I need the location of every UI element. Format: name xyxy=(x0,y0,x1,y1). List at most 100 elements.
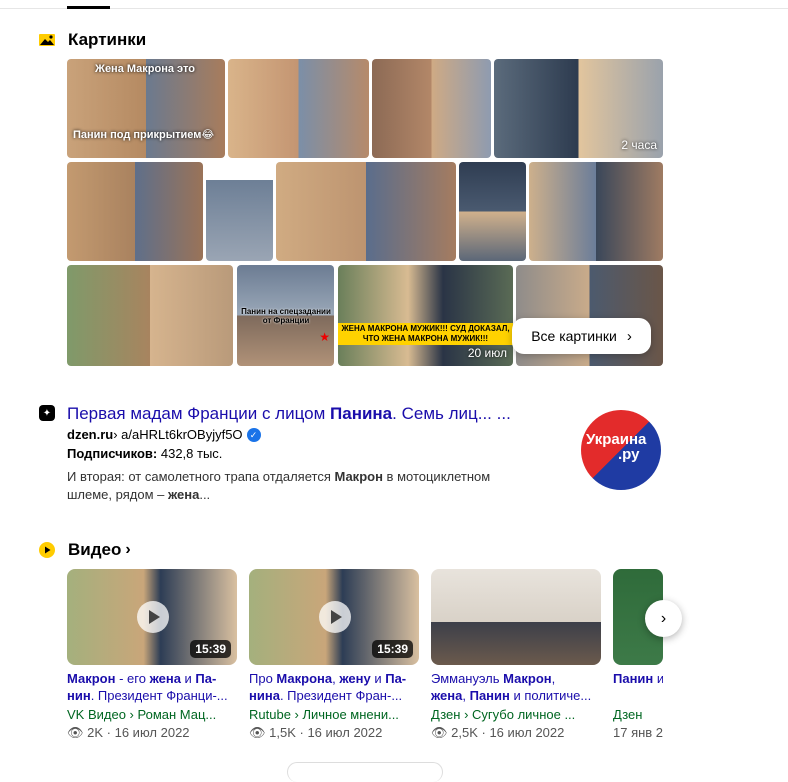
video-card[interactable]: Эммануэль Макрон, жена, Панин и политиче… xyxy=(431,569,601,741)
image-tile[interactable] xyxy=(276,162,456,261)
image-tile[interactable] xyxy=(529,162,663,261)
snippet-bold: Макрон xyxy=(334,469,383,484)
image-tile[interactable]: ЖЕНА МАКРОНА МУЖИК!!! СУД ДОКАЗАЛ, ЧТО Ж… xyxy=(338,265,513,366)
video-source[interactable]: Дзен xyxy=(613,707,663,722)
video-thumbnail[interactable] xyxy=(431,569,601,665)
verified-icon: ✓ xyxy=(246,427,261,442)
vt-part: и xyxy=(370,671,386,686)
snippet-bold: жена xyxy=(167,487,200,502)
image-tile[interactable] xyxy=(67,162,203,261)
image-caption: Панин под прикрытием😂 xyxy=(73,129,215,141)
result-title-link[interactable]: Первая мадам Франции с лицом Панина. Сем… xyxy=(67,404,511,424)
video-date: 16 июл 2022 xyxy=(307,725,383,740)
eye-icon: 👁 xyxy=(431,725,448,740)
image-tile[interactable] xyxy=(372,59,491,158)
video-card[interactable]: 15:39 Макрон - его жена и Па-нин. Презид… xyxy=(67,569,237,741)
vt-part: . Президент Франци-... xyxy=(90,688,228,703)
result-url[interactable]: dzen.ru › a/aHRLt6krOByjyf5O ✓ xyxy=(67,427,261,442)
chevron-right-icon: › xyxy=(626,327,632,345)
vt-part: и xyxy=(656,671,663,686)
result-subscribers: Подписчиков: 432,8 тыс. xyxy=(67,446,222,461)
more-button-edge[interactable] xyxy=(287,762,443,782)
vt-part: Макрон xyxy=(67,671,116,686)
image-tile[interactable] xyxy=(206,162,273,261)
image-tile[interactable] xyxy=(67,265,233,366)
vt-part: жену xyxy=(339,671,371,686)
video-date: 17 янв 2 xyxy=(613,725,663,740)
image-caption: Жена Макрона это xyxy=(95,63,195,75)
vt-part: жена xyxy=(431,688,463,703)
image-icon xyxy=(39,32,55,48)
video-meta: 👁 2K · 16 июл 2022 xyxy=(67,725,190,740)
snippet-text: ... xyxy=(199,487,211,502)
vt-part: и политиче... xyxy=(509,688,592,703)
vt-part: нин xyxy=(67,688,91,703)
video-title[interactable]: Панин и xyxy=(613,670,663,704)
subscribers-label: Подписчиков: xyxy=(67,446,158,461)
result-path: › a/aHRLt6krOByjyf5O xyxy=(113,427,243,442)
vt-part: Панин xyxy=(469,688,510,703)
play-circle-icon xyxy=(39,542,55,558)
sparkle-icon: ✦ xyxy=(39,405,55,421)
vt-part: , xyxy=(462,688,470,703)
video-date: 16 июл 2022 xyxy=(489,725,565,740)
source-logo[interactable]: Украина .ру xyxy=(581,410,661,490)
image-tile[interactable]: Панин на спецзадании от Франции ★ xyxy=(237,265,334,366)
logo-line-2: .ру xyxy=(618,446,640,463)
eye-icon: 👁 xyxy=(67,725,84,740)
video-card[interactable]: Панин и Дзен 17 янв 2 xyxy=(613,569,663,740)
video-thumbnail[interactable]: 15:39 xyxy=(249,569,419,665)
image-caption: Панин на спецзадании от Франции xyxy=(241,307,331,325)
play-icon xyxy=(137,601,169,633)
next-videos-button[interactable]: › xyxy=(645,600,682,637)
video-section-header[interactable]: Видео › xyxy=(39,540,131,560)
result-domain: dzen.ru xyxy=(67,427,114,442)
image-banner: ЖЕНА МАКРОНА МУЖИК!!! СУД ДОКАЗАЛ, ЧТО Ж… xyxy=(338,323,513,345)
eye-icon: 👁 xyxy=(249,725,266,740)
video-source[interactable]: VK Видео › Роман Мац... xyxy=(67,707,237,722)
images-section-title: Картинки xyxy=(68,30,147,49)
video-card[interactable]: 15:39 Про Макрона, жену и Па-нина. Прези… xyxy=(249,569,419,741)
video-meta: 👁 2,5K · 16 июл 2022 xyxy=(431,725,565,740)
vt-part: Эммануэль xyxy=(431,671,504,686)
video-thumbnail[interactable]: 15:39 xyxy=(67,569,237,665)
subscribers-value: 432,8 тыс. xyxy=(157,446,223,461)
image-date-badge: 20 июл xyxy=(467,346,507,360)
vt-part: Панин xyxy=(613,671,654,686)
image-tile[interactable]: 2 часа xyxy=(494,59,663,158)
vt-part: , xyxy=(551,671,556,686)
vt-part: Макрон xyxy=(503,671,552,686)
star-icon: ★ xyxy=(319,330,330,344)
video-title[interactable]: Эммануэль Макрон, жена, Панин и политиче… xyxy=(431,670,601,704)
video-meta: 👁 1,5K · 16 июл 2022 xyxy=(249,725,383,740)
vt-part: - его xyxy=(115,671,150,686)
all-images-button[interactable]: Все картинки › xyxy=(512,318,651,354)
video-source[interactable]: Дзен › Сугубо личное ... xyxy=(431,707,601,722)
active-tab-indicator xyxy=(67,6,110,9)
vt-part: . Президент Фран-... xyxy=(279,688,403,703)
images-section-header[interactable]: Картинки xyxy=(39,30,146,50)
video-title[interactable]: Про Макрона, жену и Па-нина. Президент Ф… xyxy=(249,670,419,704)
vt-part: жена xyxy=(149,671,181,686)
video-title[interactable]: Макрон - его жена и Па-нин. Президент Фр… xyxy=(67,670,237,704)
chevron-right-icon: › xyxy=(660,609,667,627)
image-date-badge: 2 часа xyxy=(621,138,657,152)
video-source[interactable]: Rutube › Личное мнени... xyxy=(249,707,419,722)
image-tile[interactable] xyxy=(459,162,526,261)
chevron-right-icon: › xyxy=(125,541,131,558)
result-snippet: И вторая: от самолетного трапа отдаляетс… xyxy=(67,468,537,504)
play-icon xyxy=(319,601,351,633)
result-title-text: Первая мадам Франции с лицом xyxy=(67,404,331,423)
video-views: 2,5K xyxy=(451,725,478,740)
result-title-bold: Панина xyxy=(330,404,393,423)
snippet-text: И вторая: от самолетного трапа отдаляетс… xyxy=(67,469,335,484)
vt-part: Па- xyxy=(195,671,217,686)
video-duration: 15:39 xyxy=(372,640,413,658)
image-tile[interactable]: Жена Макрона это Панин под прикрытием😂 xyxy=(67,59,225,158)
logo-text: Украина .ру xyxy=(586,432,646,462)
video-duration: 15:39 xyxy=(190,640,231,658)
result-title-text: . Семь лиц... ... xyxy=(392,404,511,423)
image-tile[interactable] xyxy=(228,59,369,158)
all-images-label: Все картинки xyxy=(531,328,617,344)
video-section-title: Видео xyxy=(68,540,122,559)
